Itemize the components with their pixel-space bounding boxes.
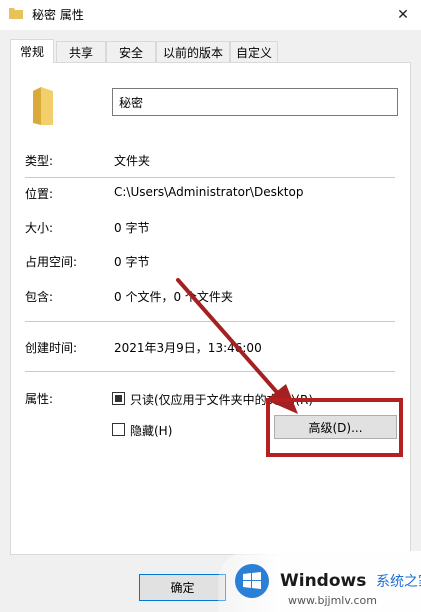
folder-name-input[interactable] [112, 88, 398, 116]
folder-icon [9, 8, 23, 19]
hidden-label[interactable]: 隐藏(H) [130, 422, 172, 439]
tab-sharing[interactable]: 共享 [56, 41, 106, 62]
tab-previous-versions[interactable]: 以前的版本 [156, 41, 230, 62]
tab-general[interactable]: 常规 [10, 39, 54, 63]
location-value: C:\Users\Administrator\Desktop [114, 185, 304, 199]
separator [25, 321, 395, 322]
close-icon: ✕ [397, 7, 409, 23]
size-on-disk-value: 0 字节 [114, 255, 150, 269]
watermark-subtitle: 系统之家 [376, 574, 421, 590]
title-bar: 秘密 属性 ✕ [0, 0, 421, 30]
contains-label: 包含: [25, 290, 54, 304]
created-value: 2021年3月9日，13:46:00 [114, 341, 262, 355]
contains-value: 0 个文件，0 个文件夹 [114, 290, 233, 304]
size-label: 大小: [25, 221, 54, 235]
size-on-disk-label: 占用空间: [25, 255, 78, 269]
window-title: 秘密 属性 [32, 8, 84, 22]
close-button[interactable]: ✕ [385, 0, 421, 30]
readonly-label[interactable]: 只读(仅应用于文件夹中的文件)(R) [130, 391, 313, 408]
ok-button[interactable]: 确定 [139, 574, 226, 601]
size-value: 0 字节 [114, 221, 150, 235]
watermark-title: Windows [280, 571, 367, 591]
advanced-button[interactable]: 高级(D)... [274, 415, 397, 439]
watermark: Windows 系统之家 www.bjjmlv.com [218, 551, 421, 612]
windows-logo-icon [235, 564, 269, 598]
general-panel: 类型: 文件夹 位置: C:\Users\Administrator\Deskt… [10, 62, 411, 555]
location-label: 位置: [25, 187, 54, 201]
type-value: 文件夹 [114, 154, 151, 168]
folder-icon [33, 87, 53, 125]
separator [25, 371, 395, 372]
readonly-checkbox[interactable] [112, 392, 125, 405]
created-label: 创建时间: [25, 341, 78, 355]
type-label: 类型: [25, 154, 54, 168]
hidden-checkbox[interactable] [112, 423, 125, 436]
tab-security[interactable]: 安全 [106, 41, 156, 62]
watermark-url: www.bjjmlv.com [288, 594, 377, 607]
tab-customize[interactable]: 自定义 [230, 41, 278, 62]
separator [25, 177, 395, 178]
attributes-label: 属性: [25, 392, 54, 406]
